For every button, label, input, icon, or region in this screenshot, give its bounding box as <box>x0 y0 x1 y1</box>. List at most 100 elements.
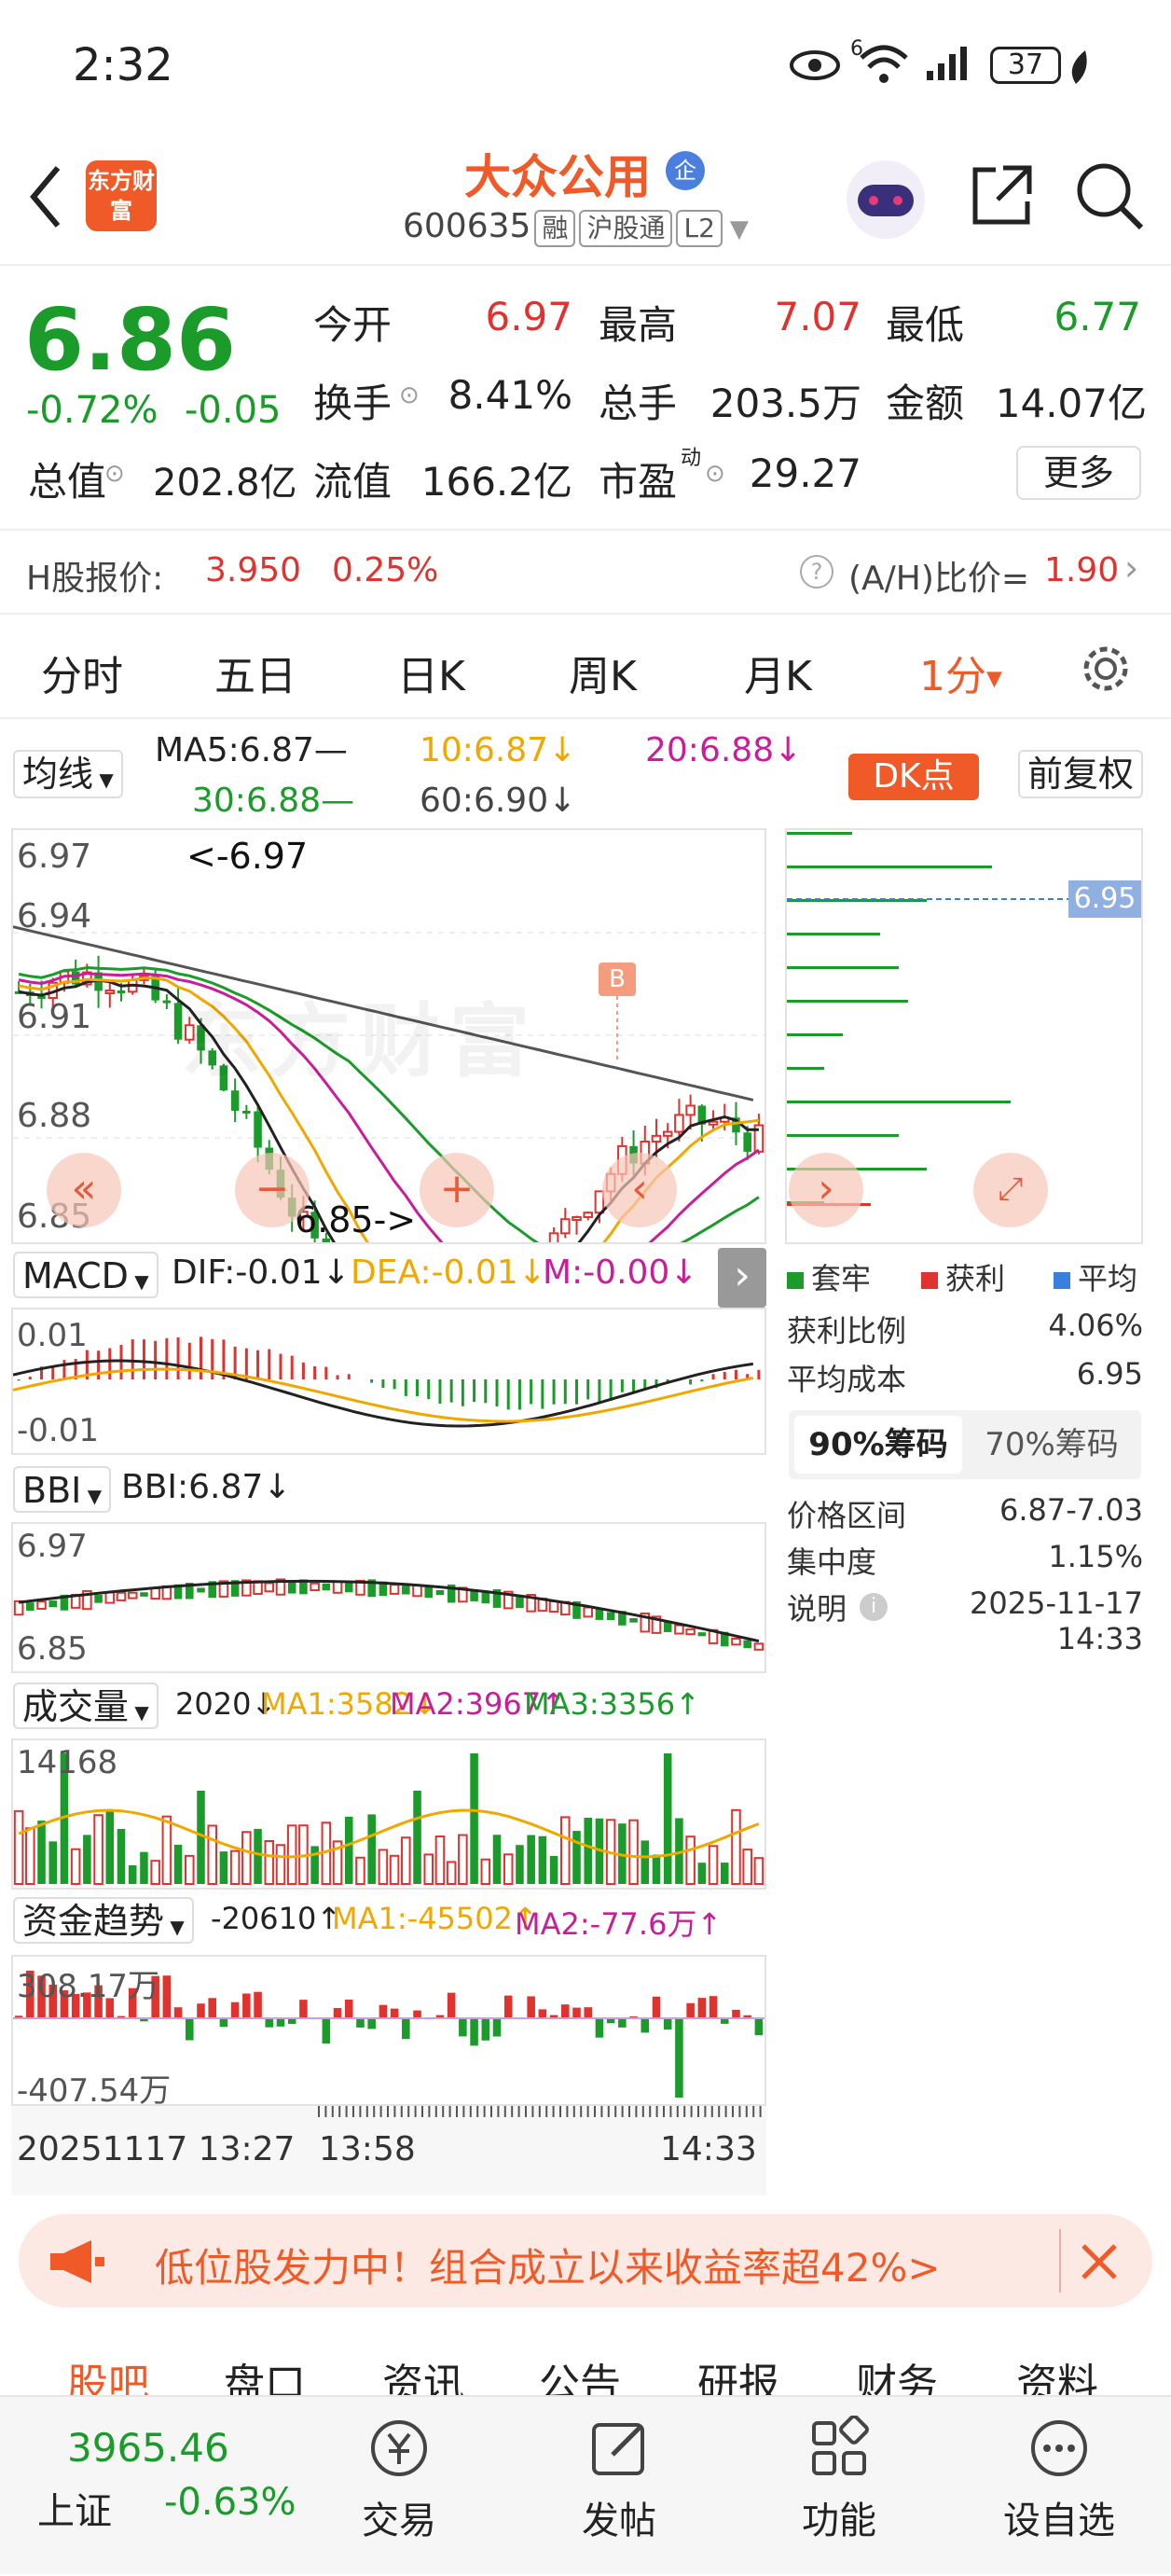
change-pct: -0.72% <box>26 389 158 432</box>
volume-label: 总手 <box>599 372 677 429</box>
volume-bar-down <box>254 1829 262 1884</box>
legend-profit: 获利 <box>921 1255 1005 1298</box>
fund-bar <box>732 2010 740 2018</box>
fund-bar <box>391 2009 399 2018</box>
expand-indicators-icon[interactable]: › <box>718 1248 766 1308</box>
tab-research[interactable]: 研报 <box>697 2350 779 2397</box>
volume-select[interactable]: 成交量 ▼ <box>13 1683 158 1729</box>
bbi-candle-up <box>413 1586 421 1596</box>
y-label-3: 6.91 <box>17 998 91 1036</box>
fund-bar <box>755 2018 764 2035</box>
fund-trend-select[interactable]: 资金趋势 ▼ <box>13 1897 194 1944</box>
info-icon[interactable]: i <box>860 1593 888 1621</box>
expand-icon[interactable]: ⤢ <box>973 1153 1048 1227</box>
bbi-candle-down <box>607 1612 615 1620</box>
volume-bar-down <box>664 1753 672 1884</box>
info-icon[interactable]: ⊙ <box>104 460 125 488</box>
turnover-label: 换手 <box>313 372 392 429</box>
tab-chip-90[interactable]: 90%筹码 <box>794 1416 962 1474</box>
volume-bar-up <box>72 1849 80 1884</box>
pe-label: 市盈 <box>599 450 677 507</box>
chip-distribution-panel[interactable]: 6.95 › ⤢ <box>785 828 1143 1244</box>
tab-forum[interactable]: 股吧 <box>67 2350 149 2397</box>
volume-ma3: MA3:3356↑ <box>524 1686 700 1722</box>
candle-up <box>561 1219 570 1233</box>
index-quote[interactable]: 3965.46 上证 -0.63% <box>0 2397 308 2576</box>
macd-m: M:-0.00↓ <box>543 1253 698 1292</box>
close-icon[interactable] <box>1080 2242 1119 2281</box>
wifi-icon <box>858 41 910 86</box>
share-icon[interactable] <box>968 162 1035 229</box>
volume-panel[interactable]: 14168 <box>11 1738 766 1890</box>
y-label-4: 6.88 <box>17 1097 91 1135</box>
status-bar: 2:32 6 37 <box>0 0 1171 140</box>
nav-post[interactable]: 发帖 <box>544 2397 694 2544</box>
float-value: 166.2亿 <box>401 450 572 507</box>
trade-yen-icon <box>366 2416 432 2481</box>
margin-tag: 融 <box>534 210 575 247</box>
bbi-candle-down <box>470 1590 478 1601</box>
more-button[interactable]: 更多 <box>1016 446 1141 500</box>
bbi-y-top: 6.97 <box>17 1528 88 1565</box>
search-icon[interactable] <box>1074 160 1145 231</box>
back-icon[interactable] <box>26 164 63 229</box>
bbi-panel[interactable]: 6.97 6.85 <box>11 1522 766 1673</box>
tab-five-day[interactable]: 五日 <box>214 643 296 702</box>
buy-mark[interactable]: B <box>599 963 636 996</box>
tab-monthly-k[interactable]: 月K <box>744 643 812 702</box>
enterprise-badge: 企 <box>666 151 705 190</box>
zoom-in-icon[interactable]: + <box>420 1153 494 1227</box>
nav-trade[interactable]: 交易 <box>324 2397 474 2544</box>
nav-watchlist[interactable]: 设自选 <box>985 2397 1134 2544</box>
dk-point-button[interactable]: DK点 <box>848 754 979 800</box>
fund-panel[interactable]: 308.17万 -407.54万 <box>11 1955 766 2106</box>
low-value: 6.77 <box>1016 294 1141 339</box>
help-icon[interactable]: ? <box>800 555 833 589</box>
zoom-out-icon[interactable]: − <box>235 1153 310 1227</box>
tab-announcements[interactable]: 公告 <box>539 2350 621 2397</box>
promo-banner[interactable]: 低位股发力中！组合成立以来收益率超42%> <box>19 2214 1152 2307</box>
macd-dea: DEA:-0.01↓ <box>351 1253 546 1292</box>
info-icon[interactable]: ⊙ <box>399 381 420 409</box>
settings-gear-icon[interactable] <box>1078 641 1134 697</box>
tab-intraday[interactable]: 分时 <box>41 643 123 702</box>
robot-avatar-icon[interactable] <box>847 160 925 239</box>
candle-down <box>163 1001 172 1004</box>
nav-functions[interactable]: 功能 <box>765 2397 914 2544</box>
tab-chip-70[interactable]: 70%筹码 <box>968 1416 1136 1474</box>
h-share-row[interactable]: H股报价: 3.950 0.25% ? (A/H)比价= 1.90 › <box>0 529 1171 615</box>
scroll-left-icon[interactable]: ‹ <box>602 1153 677 1227</box>
scroll-right-icon[interactable]: › <box>789 1153 863 1227</box>
bbi-candle-up <box>106 1592 115 1602</box>
stock-code-row[interactable]: 600635融沪股通L2▼ <box>403 207 749 247</box>
tab-profile[interactable]: 资料 <box>1016 2350 1098 2397</box>
bbi-candle-up <box>675 1626 683 1634</box>
volume-bar-up <box>265 1841 273 1884</box>
tab-1min[interactable]: 1分▼ <box>919 643 1002 702</box>
ma-select[interactable]: 均线 ▼ <box>13 750 123 798</box>
macd-select[interactable]: MACD ▼ <box>13 1252 158 1298</box>
eye-icon <box>789 48 841 82</box>
connect-tag: 沪股通 <box>579 210 672 247</box>
scroll-left-double-icon[interactable]: « <box>47 1153 121 1227</box>
restore-right-button[interactable]: 前复权 <box>1018 750 1143 798</box>
tab-daily-k[interactable]: 日K <box>397 643 465 702</box>
bbi-select[interactable]: BBI ▼ <box>13 1466 111 1513</box>
fund-bar <box>470 2018 478 2045</box>
tab-depth[interactable]: 盘口 <box>224 2350 306 2397</box>
tab-finance[interactable]: 财务 <box>856 2350 938 2397</box>
tab-weekly-k[interactable]: 周K <box>569 643 637 702</box>
info-icon[interactable]: ⊙ <box>705 460 725 488</box>
bottom-nav: 3965.46 上证 -0.63% 交易 发帖 功能 设自选 <box>0 2395 1171 2574</box>
caret-down-icon: ▼ <box>986 668 1002 691</box>
price-chart-panel[interactable]: 6.97 6.94 6.91 6.88 6.85 <-6.97 6.85-> B… <box>11 828 766 1244</box>
tab-news[interactable]: 资讯 <box>382 2350 464 2397</box>
eastmoney-logo: 东方财富 <box>86 160 157 231</box>
volume-bar-down <box>367 1814 376 1884</box>
volume-bar-up <box>379 1849 388 1884</box>
fund-bar <box>208 1998 216 2018</box>
open-label: 今开 <box>313 294 392 351</box>
stock-code: 600635 <box>403 207 530 245</box>
h-share-price: 3.950 <box>205 551 301 589</box>
macd-panel[interactable]: 0.01 -0.01 <box>11 1308 766 1455</box>
